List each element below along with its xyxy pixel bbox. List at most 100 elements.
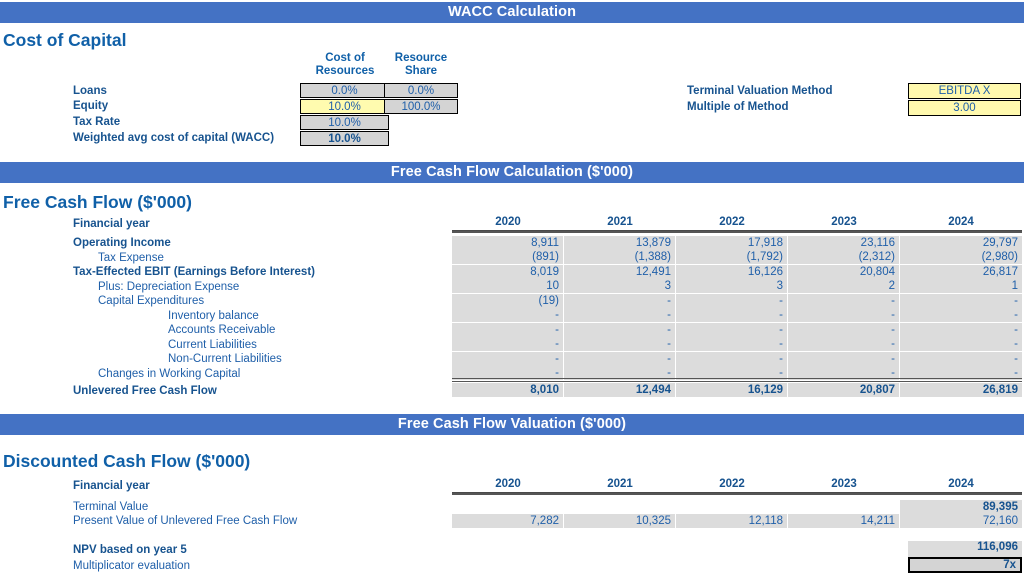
fcf-cell-r8-2020[interactable]: - [452,351,564,366]
row-label-equity: Equity [73,100,109,112]
fcf-cell-r7-2023[interactable]: - [788,337,900,352]
fcf-cell-r1-2024[interactable]: (2,980) [900,250,1022,265]
row-label-current-liabilities: Current Liabilities [168,338,257,351]
fcf-total-2024[interactable]: 26,819 [900,383,1022,398]
cell-wacc-value[interactable]: 10.0% [300,131,389,146]
row-label-tax-rate: Tax Rate [73,116,121,128]
label-multiple-of-method: Multiple of Method [687,101,789,113]
dcf-cell-r1-2022[interactable]: 12,118 [676,514,788,529]
cell-npv-value[interactable]: 116,096 [908,541,1022,557]
input-terminal-valuation-method[interactable]: EBITDA X [908,83,1021,99]
row-label-financial-year-fcf: Financial year [73,218,150,230]
fcf-cell-r7-2021[interactable]: - [564,337,676,352]
fcf-cell-r8-2024[interactable]: - [900,351,1022,366]
input-equity-cost-of-resources[interactable]: 10.0% [300,99,389,114]
fcf-cell-r0-2021[interactable]: 13,879 [564,235,676,250]
fcf-cell-r0-2022[interactable]: 17,918 [676,235,788,250]
fcf-cell-r4-2023[interactable]: - [788,293,900,308]
cell-loans-cost-of-resources[interactable]: 0.0% [300,83,389,98]
dcf-cell-r1-2021[interactable]: 10,325 [564,514,676,529]
fcf-cell-r4-2021[interactable]: - [564,293,676,308]
row-label-financial-year-dcf: Financial year [73,480,150,492]
fcf-cell-r7-2024[interactable]: - [900,337,1022,352]
fcf-year-header-2020: 2020 [452,216,564,231]
fcf-cell-r3-2021[interactable]: 3 [564,279,676,294]
fcf-cell-r2-2022[interactable]: 16,126 [676,264,788,279]
fcf-cell-r4-2022[interactable]: - [676,293,788,308]
fcf-cell-r8-2022[interactable]: - [676,351,788,366]
row-label-present-value-ufcf: Present Value of Unlevered Free Cash Flo… [73,515,298,527]
fcf-cell-r5-2020[interactable]: - [452,308,564,323]
row-label-plus-depreciation-expense: Plus: Depreciation Expense [98,280,240,293]
fcf-year-header-2023: 2023 [788,216,900,231]
fcf-cell-r7-2022[interactable]: - [676,337,788,352]
fcf-cell-r2-2023[interactable]: 20,804 [788,264,900,279]
fcf-cell-r7-2020[interactable]: - [452,337,564,352]
row-label-unlevered-free-cash-flow: Unlevered Free Cash Flow [73,385,217,397]
fcf-cell-r3-2022[interactable]: 3 [676,279,788,294]
fcf-cell-r6-2021[interactable]: - [564,322,676,337]
fcf-cell-r6-2022[interactable]: - [676,322,788,337]
fcf-cell-r0-2024[interactable]: 29,797 [900,235,1022,250]
dcf-year-header-2021: 2021 [564,478,676,493]
fcf-cell-r0-2023[interactable]: 23,116 [788,235,900,250]
row-label-loans: Loans [73,85,107,97]
dcf-cell-r1-2023[interactable]: 14,211 [788,514,900,529]
fcf-total-2021[interactable]: 12,494 [564,383,676,398]
dcf-year-header-2024: 2024 [900,478,1022,493]
fcf-cell-r3-2020[interactable]: 10 [452,279,564,294]
fcf-cell-r6-2023[interactable]: - [788,322,900,337]
fcf-cell-r8-2021[interactable]: - [564,351,676,366]
fcf-cell-r1-2020[interactable]: (891) [452,250,564,265]
fcf-total-2022[interactable]: 16,129 [676,383,788,398]
fcf-cell-r2-2021[interactable]: 12,491 [564,264,676,279]
fcf-cell-r2-2024[interactable]: 26,817 [900,264,1022,279]
fcf-year-header-2024: 2024 [900,216,1022,231]
row-label-multiplicator-evaluation: Multiplicator evaluation [73,560,190,572]
label-terminal-valuation-method: Terminal Valuation Method [687,85,833,97]
fcf-cell-r1-2023[interactable]: (2,312) [788,250,900,265]
row-label-npv-based-on-year-5: NPV based on year 5 [73,544,187,556]
dcf-cell-r0-2024[interactable]: 89,395 [900,499,1022,514]
fcf-cell-r6-2020[interactable]: - [452,322,564,337]
section-title-cost-of-capital: Cost of Capital [3,30,127,50]
column-header-cost-of-resources-line1: Cost of [325,52,365,64]
dcf-cell-r1-2020[interactable]: 7,282 [452,514,564,529]
cell-loans-resource-share[interactable]: 0.0% [384,83,458,98]
column-header-resource-share-line1: Resource [394,52,448,64]
cell-tax-rate-cost-of-resources[interactable]: 10.0% [300,115,389,130]
fcf-cell-r2-2020[interactable]: 8,019 [452,264,564,279]
row-label-operating-income: Operating Income [73,237,171,249]
input-multiple-of-method[interactable]: 3.00 [908,100,1021,116]
fcf-total-2023[interactable]: 20,807 [788,383,900,398]
fcf-cell-r6-2024[interactable]: - [900,322,1022,337]
fcf-cell-r3-2024[interactable]: 1 [900,279,1022,294]
row-label-tax-effected-ebit-earnings-before-interest: Tax-Effected EBIT (Earnings Before Inter… [73,266,315,278]
fcf-cell-r8-2023[interactable]: - [788,351,900,366]
fcf-total-2020[interactable]: 8,010 [452,383,564,398]
fcf-cell-r5-2023[interactable]: - [788,308,900,323]
cell-multiplicator-value[interactable]: 7x [908,557,1022,573]
fcf-cell-r5-2024[interactable]: - [900,308,1022,323]
fcf-cell-r3-2023[interactable]: 2 [788,279,900,294]
dcf-header-rule [452,493,1022,495]
fcf-total-separator [452,378,1022,382]
fcf-cell-r4-2020[interactable]: (19) [452,293,564,308]
dcf-year-header-2023: 2023 [788,478,900,493]
fcf-cell-r4-2024[interactable]: - [900,293,1022,308]
fcf-cell-r1-2021[interactable]: (1,388) [564,250,676,265]
column-header-resource-share: Resource Share [383,52,459,77]
section-title-free-cash-flow: Free Cash Flow ($'000) [3,192,192,212]
dcf-year-header-2020: 2020 [452,478,564,493]
banner-free-cash-flow-calculation: Free Cash Flow Calculation ($'000) [0,162,1024,183]
fcf-cell-r5-2021[interactable]: - [564,308,676,323]
row-label-terminal-value: Terminal Value [73,501,149,513]
row-label-tax-expense: Tax Expense [98,251,164,264]
spreadsheet-canvas: WACC Calculation Cost of Capital Cost of… [0,0,1024,577]
dcf-cell-r1-2024[interactable]: 72,160 [900,514,1022,529]
cell-equity-resource-share[interactable]: 100.0% [384,99,458,114]
fcf-cell-r1-2022[interactable]: (1,792) [676,250,788,265]
banner-free-cash-flow-valuation: Free Cash Flow Valuation ($'000) [0,414,1024,435]
fcf-cell-r0-2020[interactable]: 8,911 [452,235,564,250]
fcf-cell-r5-2022[interactable]: - [676,308,788,323]
